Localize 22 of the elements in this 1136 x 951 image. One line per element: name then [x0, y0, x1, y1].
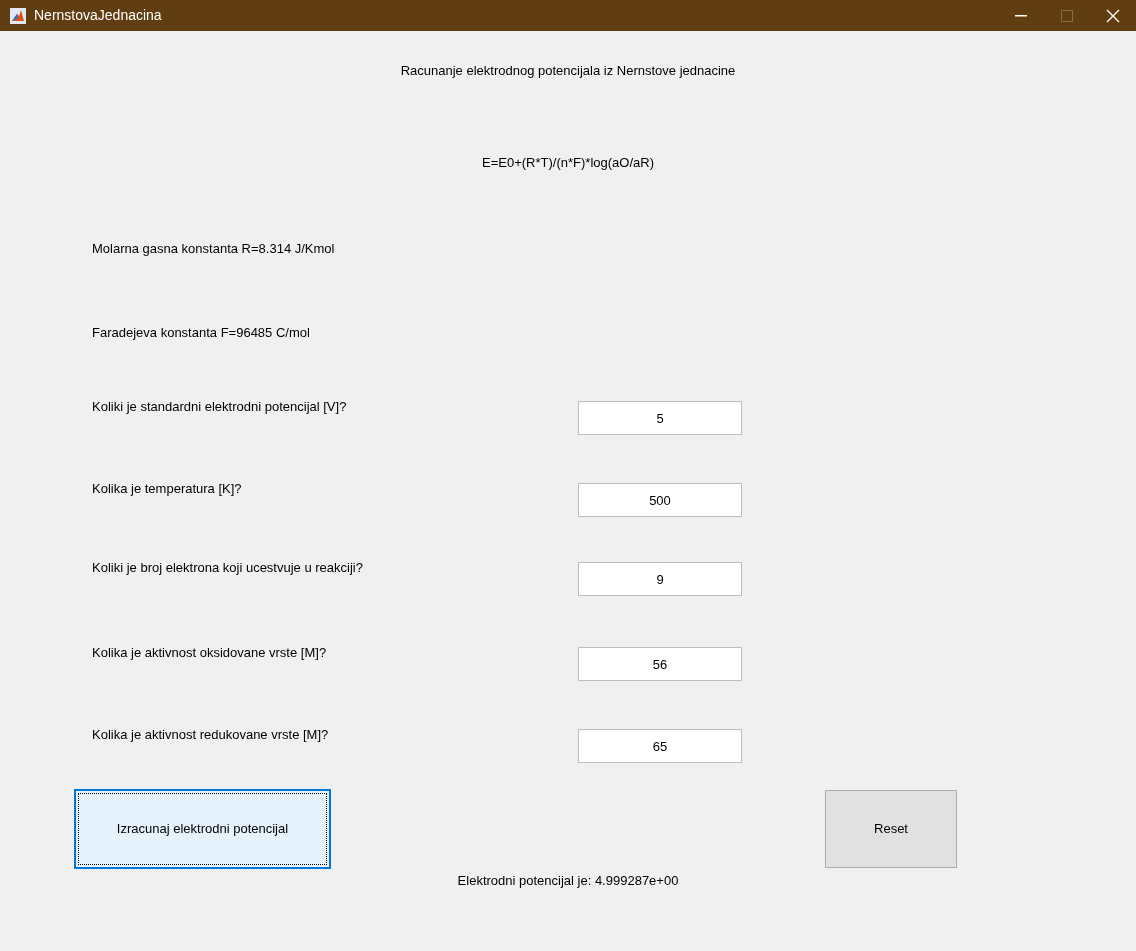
heading-text: Racunanje elektrodnog potencijala iz Nernstove jednacine [400, 62, 736, 81]
action-button[interactable]: Reset [825, 790, 957, 868]
app-icon [10, 7, 26, 24]
constant-label: Molarna gasna konstanta R=8.314 J/Kmol [92, 240, 335, 259]
minimize-icon [1015, 14, 1027, 17]
input-field[interactable]: 5 [578, 401, 742, 435]
input-field[interactable]: 56 [578, 647, 742, 681]
close-icon [1106, 8, 1120, 23]
input-field[interactable]: 65 [578, 729, 742, 763]
question-label: Kolika je aktivnost oksidovane vrste [M]? [92, 644, 328, 662]
question-label: Kolika je aktivnost redukovane vrste [M]? [92, 726, 330, 744]
input-field[interactable]: 9 [578, 562, 742, 596]
input-field[interactable]: 500 [578, 483, 742, 517]
question-label: Koliki je broj elektrona koji ucestvuje u reakciji? [92, 559, 364, 577]
question-label: Koliki je standardni elektrodni potencijal [V]? [92, 398, 348, 416]
constant-label: Faradejeva konstanta F=96485 C/mol [92, 324, 310, 343]
result-text: Elektrodni potencijal je: 4.999287e+00 [457, 872, 679, 891]
action-button[interactable]: Izracunaj elektrodni potencijal [74, 789, 331, 869]
maximize-icon [1061, 9, 1073, 22]
window-title: NernstovaJednacina [34, 6, 162, 25]
formula-text: E=E0+(R*T)/(n*F)*log(aO/aR) [482, 154, 654, 173]
question-label: Kolika je temperatura [K]? [92, 480, 243, 498]
